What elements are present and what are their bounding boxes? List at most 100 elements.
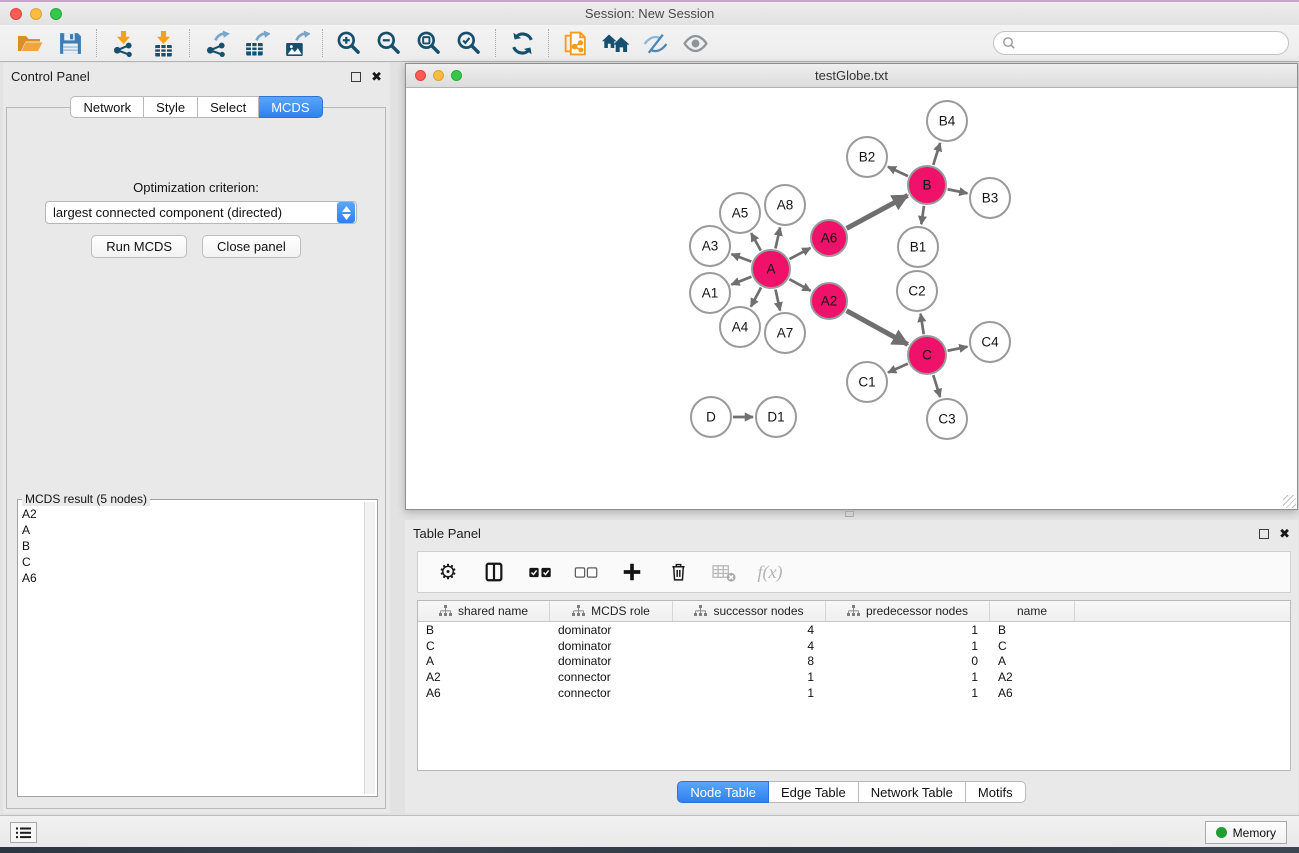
table-cell[interactable]: 1 [826,623,990,637]
mcds-result-item[interactable]: B [22,538,362,554]
close-panel-icon[interactable]: ✖ [371,72,382,82]
edge-C-C3[interactable] [933,375,940,397]
task-history-button[interactable] [10,822,37,843]
table-row[interactable]: A2connector11A2 [418,669,1290,685]
export-network-icon[interactable] [196,27,236,59]
mcds-result-item[interactable]: A2 [22,506,362,522]
edge-C-C2[interactable] [921,314,924,335]
table-row[interactable]: Cdominator41C [418,638,1290,654]
graph-node-A8[interactable]: A8 [765,185,805,225]
edge-A-A1[interactable] [731,277,751,285]
table-row[interactable]: Bdominator41B [418,622,1290,638]
table-cell[interactable]: dominator [550,639,673,653]
graph-node-B2[interactable]: B2 [847,137,887,177]
select-all-columns-icon[interactable] [524,556,556,588]
edge-A-A8[interactable] [775,227,780,248]
table-cell[interactable]: B [990,623,1075,637]
result-scrollbar[interactable] [364,502,375,794]
mcds-result-item[interactable]: C [22,554,362,570]
import-network-icon[interactable] [103,27,143,59]
table-cell[interactable]: C [990,639,1075,653]
graph-node-C2[interactable]: C2 [897,271,937,311]
mcds-result-item[interactable]: A6 [22,570,362,586]
graph-node-A4[interactable]: A4 [720,307,760,347]
table-cell[interactable]: A2 [418,670,550,684]
zoom-out-icon[interactable] [369,27,409,59]
mcds-result-item[interactable]: A [22,522,362,538]
table-cell[interactable]: dominator [550,623,673,637]
edge-A-A3[interactable] [732,254,752,261]
edge-A-A4[interactable] [751,288,761,307]
edge-A6-B[interactable] [847,195,908,228]
edge-B-B2[interactable] [888,167,908,176]
graph-node-A1[interactable]: A1 [690,273,730,313]
table-cell[interactable]: connector [550,670,673,684]
table-row[interactable]: A6connector11A6 [418,685,1290,701]
network-graph[interactable]: ABCA2A6A1A3A4A5A7A8B1B2B3B4C1C2C3C4DD1 [406,88,1297,509]
table-cell[interactable]: 1 [826,686,990,700]
optimization-criterion-dropdown[interactable]: largest connected component (directed) [45,201,357,224]
edge-B-B4[interactable] [933,143,940,165]
table-cell[interactable]: 4 [673,623,826,637]
table-cell[interactable]: B [418,623,550,637]
table-cell[interactable]: 0 [826,654,990,668]
table-cell[interactable]: dominator [550,654,673,668]
export-image-icon[interactable] [276,27,316,59]
tab-mcds[interactable]: MCDS [259,96,322,118]
delete-column-trash-icon[interactable] [662,556,694,588]
network-from-file-icon[interactable] [555,27,595,59]
edge-A-A6[interactable] [790,248,811,259]
column-header-MCDS-role[interactable]: MCDS role [550,601,673,621]
create-column-icon[interactable] [616,556,648,588]
column-header-successor-nodes[interactable]: successor nodes [673,601,826,621]
table-settings-gear-icon[interactable]: ⚙ [432,556,464,588]
graph-node-A2[interactable]: A2 [811,283,847,319]
graph-node-B[interactable]: B [908,166,946,204]
edge-A-A5[interactable] [751,233,761,251]
table-cell[interactable]: 1 [826,639,990,653]
table-cell[interactable]: 1 [673,686,826,700]
zoom-fit-icon[interactable] [409,27,449,59]
hide-details-icon[interactable] [635,27,675,59]
graph-node-D[interactable]: D [691,397,731,437]
edge-A2-C[interactable] [847,311,908,345]
graph-node-B1[interactable]: B1 [898,227,938,267]
graph-node-C3[interactable]: C3 [927,399,967,439]
search-input[interactable] [1016,34,1288,52]
graph-node-C4[interactable]: C4 [970,322,1010,362]
resize-grip-icon[interactable] [1283,495,1296,508]
tab-network-table[interactable]: Network Table [859,781,966,803]
edge-C-C1[interactable] [888,364,908,373]
run-mcds-button[interactable]: Run MCDS [91,235,187,258]
edge-C-C4[interactable] [948,347,968,351]
close-table-panel-icon[interactable]: ✖ [1279,529,1290,539]
table-row[interactable]: Adominator80A [418,654,1290,670]
tab-select[interactable]: Select [198,96,259,118]
search-field[interactable] [993,31,1289,55]
graph-node-A[interactable]: A [752,250,790,288]
table-cell[interactable]: A6 [990,686,1075,700]
tab-edge-table[interactable]: Edge Table [769,781,859,803]
memory-button[interactable]: Memory [1205,821,1287,844]
table-cell[interactable]: C [418,639,550,653]
graph-node-B4[interactable]: B4 [927,101,967,141]
tab-network[interactable]: Network [70,96,144,118]
table-cell[interactable]: A [990,654,1075,668]
tab-node-table[interactable]: Node Table [677,781,769,803]
table-cell[interactable]: A2 [990,670,1075,684]
panel-divider-handle[interactable] [845,511,854,517]
table-cell[interactable]: connector [550,686,673,700]
delete-table-icon[interactable] [708,556,740,588]
close-panel-button[interactable]: Close panel [202,235,301,258]
table-cell[interactable]: 8 [673,654,826,668]
table-cell[interactable]: 1 [673,670,826,684]
column-header-name[interactable]: name [990,601,1075,621]
export-table-icon[interactable] [236,27,276,59]
graph-node-A3[interactable]: A3 [690,226,730,266]
zoom-in-icon[interactable] [329,27,369,59]
unselect-all-columns-icon[interactable] [570,556,602,588]
table-cell[interactable]: A [418,654,550,668]
float-table-panel-icon[interactable] [1259,529,1269,539]
open-session-icon[interactable] [10,27,50,59]
edge-A-A2[interactable] [789,279,810,291]
